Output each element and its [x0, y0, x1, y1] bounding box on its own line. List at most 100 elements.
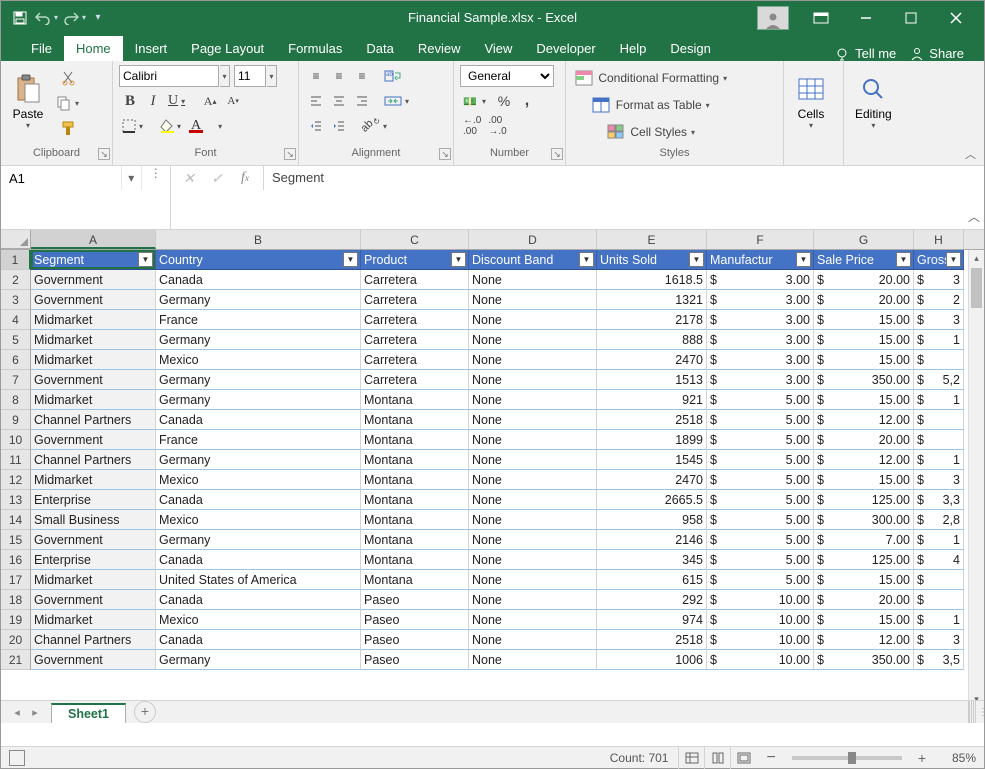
number-format-select[interactable]: General [460, 65, 554, 87]
cell-styles-button[interactable]: Cell Styles▾ [572, 121, 733, 143]
cell[interactable]: None [469, 410, 597, 430]
zoom-slider[interactable] [792, 756, 902, 760]
filter-dropdown-icon[interactable]: ▼ [451, 252, 466, 267]
clipboard-dialog-icon[interactable]: ↘ [98, 148, 110, 160]
orientation-icon[interactable]: ab↻▾ [358, 115, 393, 137]
cell[interactable]: Midmarket [31, 570, 156, 590]
minimize-icon[interactable] [843, 1, 888, 34]
row-header[interactable]: 14 [1, 510, 31, 530]
table-header-cell[interactable]: Product▼ [361, 250, 469, 270]
cell[interactable]: $1 [914, 530, 964, 550]
tell-me[interactable]: Tell me [836, 46, 896, 61]
cell[interactable]: Canada [156, 630, 361, 650]
col-header-C[interactable]: C [361, 230, 469, 249]
cell[interactable]: $3 [914, 310, 964, 330]
cell[interactable]: None [469, 630, 597, 650]
conditional-formatting-button[interactable]: Conditional Formatting▾ [572, 67, 733, 89]
cell[interactable]: 292 [597, 590, 707, 610]
cell[interactable]: 1545 [597, 450, 707, 470]
cell[interactable]: Montana [361, 570, 469, 590]
col-header-E[interactable]: E [597, 230, 707, 249]
fill-color-icon[interactable]: ▾ [157, 115, 187, 137]
borders-icon[interactable]: ▾ [119, 115, 149, 137]
row-header[interactable]: 6 [1, 350, 31, 370]
cell[interactable]: $10.00 [707, 590, 814, 610]
cell[interactable]: None [469, 470, 597, 490]
cell[interactable]: $3 [914, 630, 964, 650]
col-header-D[interactable]: D [469, 230, 597, 249]
cell[interactable]: $5.00 [707, 430, 814, 450]
cell[interactable]: None [469, 570, 597, 590]
cell[interactable]: Government [31, 270, 156, 290]
add-sheet-icon[interactable]: + [134, 701, 156, 723]
cell[interactable]: Canada [156, 550, 361, 570]
decrease-indent-icon[interactable] [305, 115, 327, 137]
cell[interactable]: 345 [597, 550, 707, 570]
row-header[interactable]: 12 [1, 470, 31, 490]
cell[interactable]: Mexico [156, 470, 361, 490]
cell[interactable]: $7.00 [814, 530, 914, 550]
expand-formula-bar-icon[interactable]: ︿ [964, 166, 984, 229]
tab-help[interactable]: Help [608, 36, 659, 61]
row-header[interactable]: 8 [1, 390, 31, 410]
tab-home[interactable]: Home [64, 36, 123, 61]
cell[interactable]: Enterprise [31, 490, 156, 510]
paste-button[interactable]: Paste ▾ [7, 65, 49, 137]
increase-indent-icon[interactable] [328, 115, 350, 137]
cell[interactable]: Midmarket [31, 310, 156, 330]
cell[interactable]: Carretera [361, 290, 469, 310]
table-header-cell[interactable]: Units Sold▼ [597, 250, 707, 270]
cell[interactable]: $5.00 [707, 390, 814, 410]
cell[interactable]: $3.00 [707, 310, 814, 330]
cell[interactable]: 2665.5 [597, 490, 707, 510]
row-header[interactable]: 9 [1, 410, 31, 430]
cell[interactable]: Mexico [156, 610, 361, 630]
cell[interactable]: Montana [361, 530, 469, 550]
cell[interactable]: Canada [156, 490, 361, 510]
row-header[interactable]: 10 [1, 430, 31, 450]
cell[interactable]: $5.00 [707, 510, 814, 530]
editing-button[interactable]: Editing▾ [850, 65, 897, 137]
cell[interactable]: $3.00 [707, 290, 814, 310]
cell[interactable]: Germany [156, 330, 361, 350]
font-color-icon[interactable]: A▾ [188, 115, 228, 137]
row-header[interactable]: 7 [1, 370, 31, 390]
cell[interactable]: $2,8 [914, 510, 964, 530]
cell[interactable]: Enterprise [31, 550, 156, 570]
cell[interactable]: 958 [597, 510, 707, 530]
tab-insert[interactable]: Insert [123, 36, 180, 61]
share-button[interactable]: Share [910, 46, 964, 61]
cell[interactable]: None [469, 330, 597, 350]
zoom-out-icon[interactable]: − [766, 749, 775, 767]
cell[interactable]: Germany [156, 650, 361, 670]
collapse-ribbon-icon[interactable]: ︿ [965, 146, 976, 162]
cell[interactable]: None [469, 270, 597, 290]
row-header[interactable]: 16 [1, 550, 31, 570]
ribbon-display-icon[interactable] [798, 1, 843, 34]
row-header[interactable]: 3 [1, 290, 31, 310]
tab-review[interactable]: Review [406, 36, 473, 61]
cell[interactable]: 2518 [597, 410, 707, 430]
page-break-view-icon[interactable] [730, 747, 756, 769]
cell[interactable]: $10.00 [707, 610, 814, 630]
cell[interactable]: $3,3 [914, 490, 964, 510]
col-header-A[interactable]: A [31, 230, 156, 249]
font-name-input[interactable] [119, 65, 219, 87]
tab-developer[interactable]: Developer [524, 36, 607, 61]
cell[interactable]: $12.00 [814, 410, 914, 430]
cell[interactable]: Montana [361, 450, 469, 470]
cell[interactable]: $125.00 [814, 490, 914, 510]
cell[interactable]: $10.00 [707, 630, 814, 650]
cell[interactable]: Paseo [361, 630, 469, 650]
cell[interactable]: Canada [156, 410, 361, 430]
cell[interactable]: $ [914, 350, 964, 370]
row-header[interactable]: 1 [1, 250, 31, 270]
cell[interactable]: Mexico [156, 510, 361, 530]
cell[interactable]: $15.00 [814, 350, 914, 370]
cell[interactable]: Montana [361, 470, 469, 490]
sheet-nav-prev-icon[interactable]: ◂ [9, 706, 25, 719]
cell[interactable]: Government [31, 430, 156, 450]
filter-dropdown-icon[interactable]: ▼ [689, 252, 704, 267]
row-header[interactable]: 4 [1, 310, 31, 330]
italic-button[interactable]: I [142, 90, 164, 112]
